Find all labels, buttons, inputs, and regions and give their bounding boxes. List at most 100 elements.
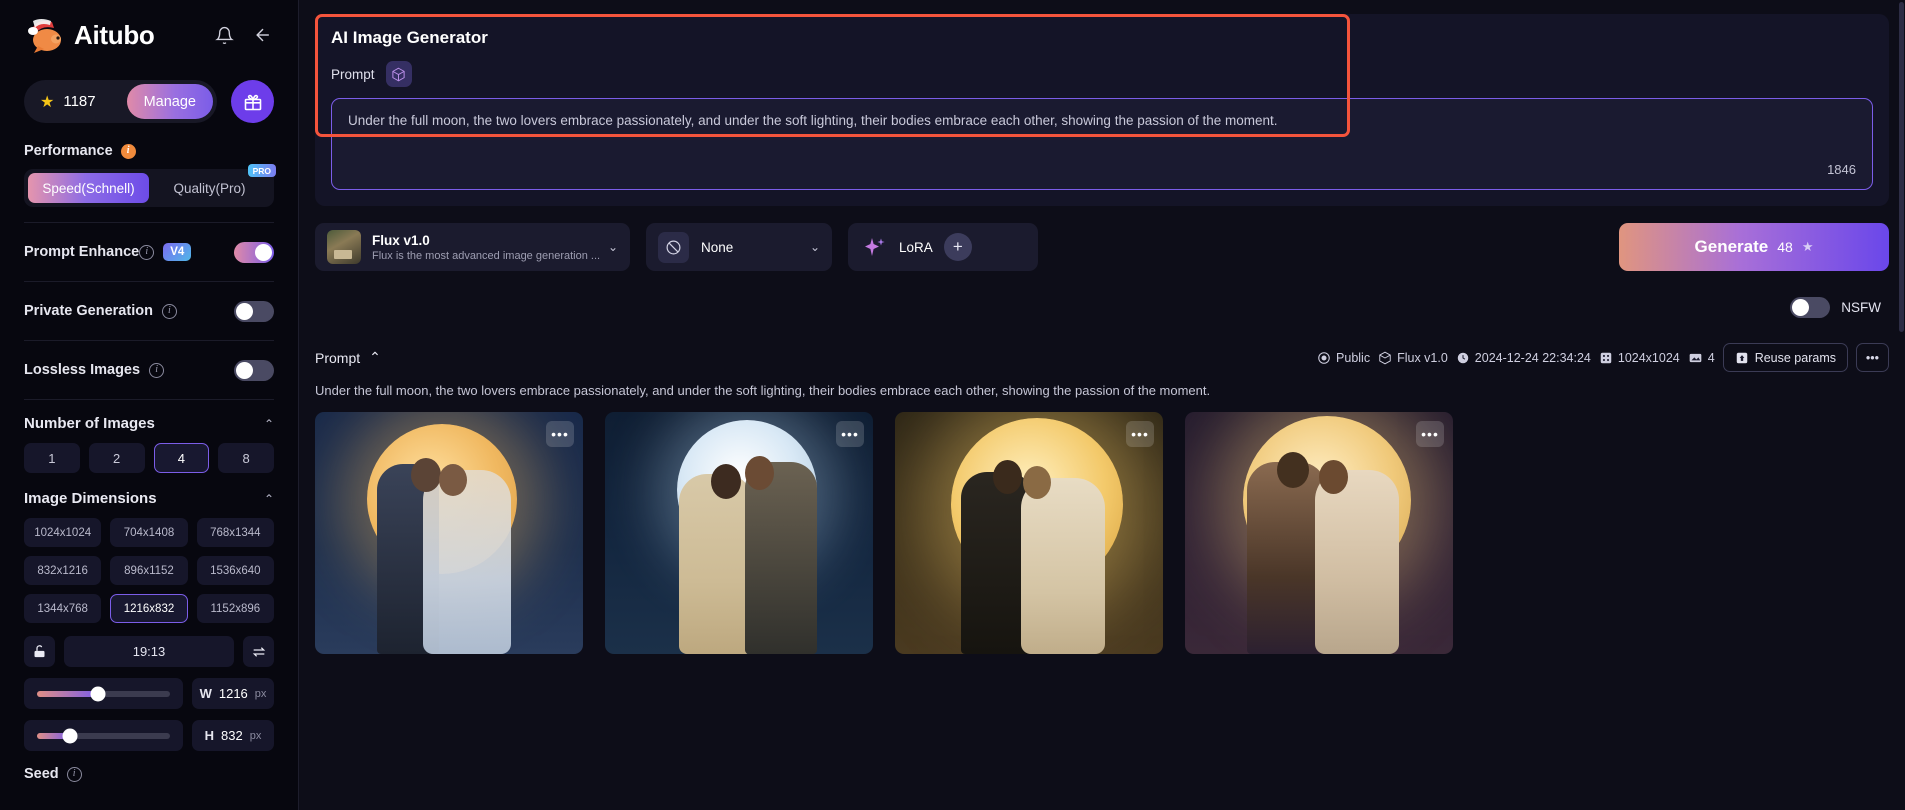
results-header: Prompt ⌃ Public Flux v1.0 2024-12-24 22:… <box>315 343 1889 372</box>
number-option-4[interactable]: 4 <box>153 443 210 473</box>
nsfw-label: NSFW <box>1841 300 1881 315</box>
width-row: W 1216 px <box>24 678 274 709</box>
dimension-option-768x1344[interactable]: 768x1344 <box>196 518 274 547</box>
ellipsis-icon[interactable]: ••• <box>1856 343 1889 372</box>
cube-icon <box>1379 351 1391 364</box>
dice-icon[interactable] <box>385 61 412 87</box>
divider <box>24 340 274 341</box>
scrollbar-track[interactable] <box>1898 0 1905 810</box>
aspect-ratio-value[interactable]: 19:13 <box>64 636 234 667</box>
results-prompt-label: Prompt <box>315 349 361 366</box>
height-slider[interactable] <box>24 720 183 751</box>
slider-fill <box>37 690 99 697</box>
prompt-label: Prompt <box>331 66 375 82</box>
divider <box>24 281 274 282</box>
swap-icon[interactable] <box>243 636 274 667</box>
chevron-down-icon[interactable]: ⌄ <box>802 240 820 254</box>
number-option-8[interactable]: 8 <box>218 443 274 473</box>
width-field[interactable]: W 1216 px <box>192 678 274 709</box>
dimension-option-1536x640[interactable]: 1536x640 <box>196 556 274 585</box>
dimension-option-832x1216[interactable]: 832x1216 <box>24 556 102 585</box>
prompt-enhance-label: Prompt Enhance <box>24 244 140 260</box>
clock-icon <box>1457 352 1469 363</box>
info-icon[interactable]: i <box>120 143 136 159</box>
number-of-images-options: 1 2 4 8 <box>24 443 274 473</box>
dimension-option-896x1152[interactable]: 896x1152 <box>110 556 188 585</box>
style-selector[interactable]: None ⌄ <box>646 223 832 271</box>
dimension-option-1152x896[interactable]: 1152x896 <box>196 594 274 623</box>
figure-shape <box>711 464 741 499</box>
performance-option-speed[interactable]: Speed(Schnell) <box>28 173 149 203</box>
toggle-knob <box>236 361 253 379</box>
private-generation-row: Private Generation i <box>24 297 274 325</box>
visibility-badge: Public <box>1317 351 1370 365</box>
results-prompt-toggle[interactable]: Prompt ⌃ <box>315 349 381 366</box>
number-option-1[interactable]: 1 <box>24 443 80 473</box>
width-value: 1216 <box>218 686 248 701</box>
arrow-left-icon[interactable] <box>252 25 274 45</box>
bell-icon[interactable] <box>215 26 234 45</box>
figure-shape <box>411 458 441 492</box>
result-image-menu-1[interactable]: ••• <box>546 421 574 447</box>
result-image-menu-3[interactable]: ••• <box>1126 421 1154 447</box>
info-icon[interactable]: i <box>66 766 82 782</box>
model-selector[interactable]: Flux v1.0 Flux is the most advanced imag… <box>315 223 630 271</box>
plus-icon[interactable]: + <box>943 233 972 261</box>
lossless-images-label: Lossless Images <box>24 362 141 378</box>
manage-button[interactable]: Manage <box>126 84 213 119</box>
reuse-params-button[interactable]: Reuse params <box>1722 343 1848 372</box>
timestamp-badge: 2024-12-24 22:34:24 <box>1456 351 1591 365</box>
aitubo-logo-icon <box>24 16 68 54</box>
result-image-4[interactable]: ••• <box>1185 412 1453 654</box>
app-root: Aitubo ★ 1187 Manage Performance i Speed… <box>0 0 1905 810</box>
private-generation-toggle[interactable] <box>234 300 274 322</box>
width-slider[interactable] <box>24 678 183 709</box>
prompt-enhance-row: Prompt Enhance i V4 <box>24 238 274 266</box>
figure-shape <box>1315 470 1399 654</box>
results-thumbnails: ••• ••• ••• ••• <box>315 412 1889 654</box>
gift-icon[interactable] <box>231 80 274 123</box>
star-icon: ★ <box>40 93 55 111</box>
aspect-ratio-row: 19:13 <box>24 636 274 667</box>
prompt-input[interactable]: Under the full moon, the two lovers embr… <box>331 98 1873 190</box>
height-value: 832 <box>221 728 243 743</box>
result-image-menu-4[interactable]: ••• <box>1416 421 1444 447</box>
dimension-option-1344x768[interactable]: 1344x768 <box>24 594 102 623</box>
dimension-option-704x1408[interactable]: 704x1408 <box>110 518 188 547</box>
generate-button[interactable]: Generate 48 ★ <box>1619 223 1889 271</box>
image-dimensions-options: 1024x1024 704x1408 768x1344 832x1216 896… <box>24 518 274 623</box>
result-image-1[interactable]: ••• <box>315 412 583 654</box>
chevron-up-icon[interactable]: ⌃ <box>264 492 274 506</box>
lora-selector[interactable]: LoRA + <box>848 223 1038 271</box>
figure-shape <box>679 474 753 654</box>
nsfw-toggle[interactable] <box>1790 297 1831 318</box>
result-image-3[interactable]: ••• <box>895 412 1163 654</box>
scrollbar-thumb[interactable] <box>1899 2 1904 332</box>
chevron-up-icon[interactable]: ⌃ <box>264 417 274 431</box>
unlock-icon[interactable] <box>24 636 55 667</box>
performance-option-quality[interactable]: Quality(Pro) PRO <box>149 164 276 203</box>
chevron-down-icon[interactable]: ⌄ <box>600 240 618 254</box>
lossless-images-toggle[interactable] <box>234 359 274 381</box>
page-title: AI Image Generator <box>331 28 488 47</box>
performance-segmented: Speed(Schnell) Quality(Pro) PRO <box>24 164 276 207</box>
chevron-up-icon[interactable]: ⌃ <box>369 349 381 366</box>
info-icon[interactable]: i <box>161 303 177 319</box>
number-option-2[interactable]: 2 <box>88 443 145 473</box>
dimension-option-1024x1024[interactable]: 1024x1024 <box>24 518 102 547</box>
result-image-2[interactable]: ••• <box>605 412 873 654</box>
info-icon[interactable]: i <box>149 362 165 378</box>
info-icon[interactable]: i <box>139 244 155 260</box>
number-of-images-header: Number of Images ⌃ <box>24 415 274 432</box>
height-field[interactable]: H 832 px <box>192 720 274 751</box>
brand-name: Aitubo <box>74 19 155 50</box>
lora-label: LoRA <box>899 239 933 255</box>
dimension-option-1216x832[interactable]: 1216x832 <box>110 594 188 623</box>
slider-thumb[interactable] <box>90 686 106 701</box>
sidebar: Aitubo ★ 1187 Manage Performance i Speed… <box>0 0 299 810</box>
slider-thumb[interactable] <box>62 728 78 743</box>
result-image-menu-2[interactable]: ••• <box>836 421 864 447</box>
sparkles-icon <box>865 238 885 256</box>
results-section: Prompt ⌃ Public Flux v1.0 2024-12-24 22:… <box>315 343 1889 654</box>
prompt-enhance-toggle[interactable] <box>234 241 274 263</box>
